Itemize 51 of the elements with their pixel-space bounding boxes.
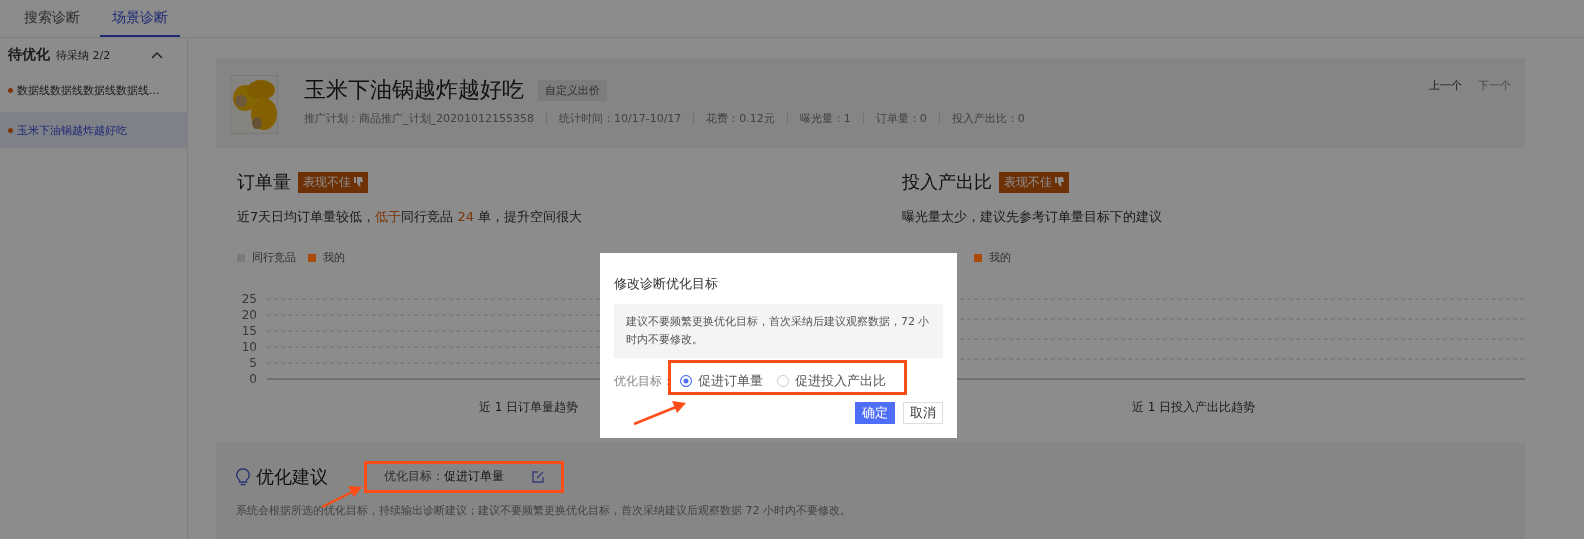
dialog-notice: 建议不要频繁更换优化目标，首次采纳后建议观察数据，72 小时内不要修改。 xyxy=(614,304,943,358)
chevron-icon[interactable] xyxy=(151,51,163,59)
sidebar-item[interactable]: 数据线数据线数据线数据线... xyxy=(0,72,187,108)
description-text: 同行竞品 xyxy=(401,209,455,224)
meta-text: 投入产出比：0 xyxy=(951,111,1025,126)
meta-text: 曝光量：1 xyxy=(799,111,851,126)
legend-label[interactable]: 我的 xyxy=(989,250,1011,265)
radio-icon[interactable] xyxy=(680,375,692,387)
advice-note: 系统会根据所选的优化目标，持续输出诊断建议；建议不要频繁更换优化目标，首次采纳建议后观察数据 72 小时内不要修改。 xyxy=(236,503,852,518)
confirm-button[interactable]: 确定 xyxy=(855,402,895,424)
axis-tick-label: 10 xyxy=(241,340,257,354)
meta-text: 订单量：0 xyxy=(875,111,927,126)
advice-title: 优化建议 xyxy=(256,464,328,489)
product-title: 玉米下油锅越炸越好吃 xyxy=(304,76,524,104)
goal-field[interactable]: 优化目标：促进订单量 xyxy=(376,464,552,489)
tab[interactable]: 搜索诊断 xyxy=(12,0,92,37)
meta-text: 推广计划：商品推广_计划_20201012155358 xyxy=(304,111,534,126)
arrow xyxy=(633,401,686,426)
description-text: 近7天日均订单量较低， xyxy=(237,209,376,224)
meta-text: 花费：0.12元 xyxy=(706,111,775,126)
axis-tick-label: 15 xyxy=(241,324,257,338)
legend-label[interactable]: 我的 xyxy=(323,250,345,265)
radio-option[interactable]: 促进订单量 xyxy=(680,372,763,390)
description-text: 24 xyxy=(457,209,474,224)
chart-title: 近 1 日订单量趋势 xyxy=(478,400,579,414)
description-text: 曝光量太少，建议先参考订单量目标下的建议 xyxy=(902,209,1162,224)
description-text: 单，提升空间很大 xyxy=(477,209,583,224)
lightbulb-icon xyxy=(236,467,250,486)
status-badge: 表现不佳 xyxy=(298,171,368,193)
metric-title: 订单量 xyxy=(237,170,291,194)
tab[interactable]: 场景诊断 xyxy=(100,0,180,37)
metric-title: 投入产出比 xyxy=(902,170,992,194)
pending-count: 待采纳 2/2 xyxy=(56,47,112,63)
axis-tick-label: 25 xyxy=(241,292,257,306)
field-label: 优化目标： xyxy=(614,372,674,390)
axis-tick-label: 5 xyxy=(249,356,257,370)
status-badge: 表现不佳 xyxy=(999,171,1069,193)
chart-title: 近 1 日投入产出比趋势 xyxy=(1131,400,1256,414)
description-text: 低于 xyxy=(375,209,402,224)
sidebar-title: 待优化 xyxy=(8,46,50,64)
radio-option[interactable]: 促进投入产出比 xyxy=(777,372,886,390)
prev-link[interactable]: 上一个 xyxy=(1429,78,1462,93)
axis-tick-label: 0 xyxy=(249,372,257,386)
dialog-title: 修改诊断优化目标 xyxy=(614,275,719,293)
axis-tick-label: 20 xyxy=(241,308,257,322)
legend-label[interactable]: 同行竞品 xyxy=(252,250,296,265)
cancel-button[interactable]: 取消 xyxy=(903,402,943,424)
meta-text: 统计时间：10/17-10/17 xyxy=(559,111,682,126)
sidebar-item[interactable]: 玉米下油锅越炸越好吃 xyxy=(0,112,187,148)
edit-icon[interactable] xyxy=(532,470,544,483)
bid-tag: 自定义出价 xyxy=(538,79,607,101)
